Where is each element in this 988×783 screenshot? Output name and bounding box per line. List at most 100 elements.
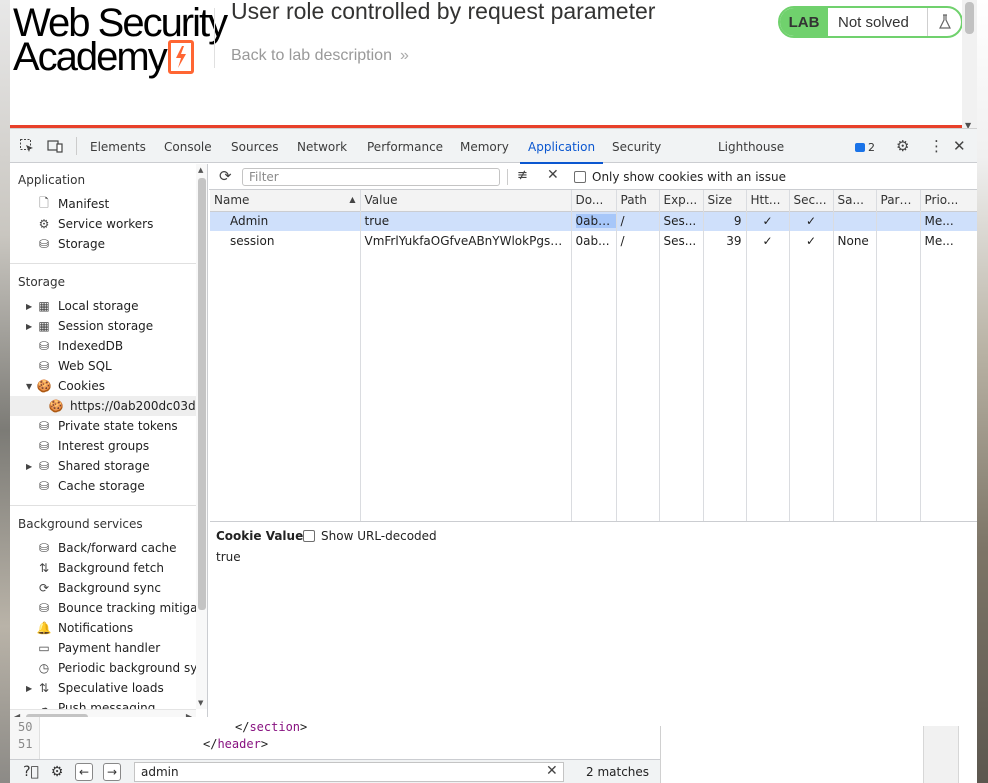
cookie-name-cell[interactable]: Admin <box>210 211 361 231</box>
device-toolbar-icon[interactable] <box>46 137 64 155</box>
cookie-secure-cell[interactable]: ✓ <box>789 211 834 231</box>
refresh-icon[interactable]: ⟳ <box>219 169 232 184</box>
sidebar-item-background-sync[interactable]: ⟳ Background sync <box>10 578 196 598</box>
sidebar-item-local-storage[interactable]: ▶ ▦ Local storage <box>10 296 196 316</box>
sidebar-item-web-sql[interactable]: ⛁ Web SQL <box>10 356 196 376</box>
sidebar-item-indexeddb[interactable]: ⛁ IndexedDB <box>10 336 196 356</box>
cookie-size-cell[interactable]: 9 <box>703 211 747 231</box>
sidebar-item-notifications[interactable]: 🔔 Notifications <box>10 618 196 638</box>
cookie-httponly-cell[interactable]: ✓ <box>746 211 790 231</box>
expand-triangle-icon[interactable]: ▶ <box>26 684 32 693</box>
code-line[interactable]: </header> <box>203 737 268 751</box>
tab-console[interactable]: Console <box>164 129 212 163</box>
tab-elements[interactable]: Elements <box>90 129 146 163</box>
settings-gear-icon[interactable]: ⚙ <box>896 137 909 155</box>
tab-lighthouse[interactable]: Lighthouse <box>718 129 784 163</box>
cookie-value-cell[interactable]: true <box>360 211 572 231</box>
sidebar-item-payment-handler[interactable]: ▭ Payment handler <box>10 638 196 658</box>
tab-performance[interactable]: Performance <box>367 129 443 163</box>
column-header-domain[interactable]: Do... <box>571 190 617 212</box>
cookie-priority-cell[interactable]: Me... <box>920 231 977 251</box>
collapse-triangle-icon[interactable]: ▼ <box>26 382 32 391</box>
bell-icon: 🔔 <box>36 621 52 635</box>
previous-match-icon[interactable]: ← <box>75 763 93 781</box>
column-header-samesite[interactable]: Sa... <box>833 190 877 212</box>
expand-triangle-icon[interactable]: ▶ <box>26 302 32 311</box>
help-icon[interactable]: ?⃝ <box>22 763 40 781</box>
cookie-domain-cell[interactable]: 0ab200 <box>571 211 617 231</box>
code-line[interactable]: </section> <box>235 720 307 734</box>
sidebar-item-shared-storage[interactable]: ▶ ⛁ Shared storage <box>10 456 196 476</box>
column-header-partition-key[interactable]: Part... <box>876 190 921 212</box>
issues-counter[interactable]: 2 <box>855 141 875 154</box>
close-devtools-icon[interactable]: ✕ <box>953 137 966 155</box>
table-row[interactable]: Admin true 0ab200 / Ses... 9 ✓ ✓ Me... <box>210 211 977 231</box>
sidebar-item-bounce-tracking[interactable]: ⛁ Bounce tracking mitigatio <box>10 598 207 618</box>
column-header-name[interactable]: Name ▲ <box>210 190 361 212</box>
sidebar-item-private-state-tokens[interactable]: ⛁ Private state tokens <box>10 416 196 436</box>
sidebar-item-cookies[interactable]: ▼ 🍪 Cookies <box>10 376 196 396</box>
column-header-httponly[interactable]: Htt... <box>746 190 790 212</box>
only-show-issues-checkbox[interactable] <box>574 171 586 183</box>
cookie-samesite-cell[interactable] <box>833 211 877 231</box>
expand-triangle-icon[interactable]: ▶ <box>26 322 32 331</box>
tab-network[interactable]: Network <box>297 129 347 163</box>
cookie-samesite-cell[interactable]: None <box>833 231 877 251</box>
column-header-secure[interactable]: Sec... <box>789 190 834 212</box>
cookie-expires-cell[interactable]: Ses... <box>659 211 704 231</box>
inspect-element-icon[interactable] <box>18 137 36 155</box>
cookie-value-cell[interactable]: VmFrlYukfaOGfveABnYWlokPgsQf... <box>360 231 572 251</box>
tab-application[interactable]: Application <box>519 129 604 164</box>
clear-all-cookies-icon[interactable]: ✕ <box>547 167 559 183</box>
cookie-secure-cell[interactable]: ✓ <box>789 231 834 251</box>
table-row[interactable]: session VmFrlYukfaOGfveABnYWlokPgsQf... … <box>210 231 977 251</box>
sidebar-item-service-workers[interactable]: ⚙ Service workers <box>10 214 196 234</box>
cookie-name-cell[interactable]: session <box>210 231 361 251</box>
sync-icon: ⟳ <box>38 581 50 595</box>
cookie-value-text[interactable]: true <box>216 550 241 564</box>
cookie-priority-cell[interactable]: Me... <box>920 211 977 231</box>
cookie-partition-cell[interactable] <box>876 231 921 251</box>
cookie-httponly-cell[interactable]: ✓ <box>746 231 790 251</box>
web-security-academy-logo[interactable]: Web Security Academy <box>13 3 228 78</box>
cookie-path-cell[interactable]: / <box>616 211 660 231</box>
sidebar-item-manifest[interactable]: 🗋 Manifest <box>10 194 196 214</box>
expand-triangle-icon[interactable]: ▶ <box>26 462 32 471</box>
column-header-path[interactable]: Path <box>616 190 660 212</box>
desktop-background-right <box>977 0 988 783</box>
sidebar-item-cookie-origin[interactable]: 🍪 https://0ab200dc03dcc <box>10 396 207 416</box>
sidebar-vertical-scrollbar[interactable]: ▲ ▼ <box>196 164 207 709</box>
column-header-size[interactable]: Size <box>703 190 747 212</box>
search-input[interactable] <box>134 762 564 782</box>
cookie-filter-input[interactable] <box>242 168 500 186</box>
next-match-icon[interactable]: → <box>103 763 121 781</box>
cookie-value-pane: Cookie Value Show URL-decoded true <box>209 523 977 709</box>
sidebar-item-background-fetch[interactable]: ⇅ Background fetch <box>10 558 196 578</box>
show-url-decoded-checkbox[interactable] <box>303 530 315 542</box>
cookie-icon: 🍪 <box>48 399 64 413</box>
tab-security[interactable]: Security <box>612 129 661 163</box>
sidebar-item-session-storage[interactable]: ▶ ▦ Session storage <box>10 316 196 336</box>
column-header-expires[interactable]: Exp... <box>659 190 704 212</box>
cookie-domain-cell[interactable]: 0ab... <box>571 231 617 251</box>
column-header-value[interactable]: Value <box>360 190 572 212</box>
clear-filtered-cookies-icon[interactable]: ≢ <box>517 168 528 183</box>
page-scrollbar[interactable]: ▼ <box>962 0 977 132</box>
sidebar-item-speculative-loads[interactable]: ▶ ⇅ Speculative loads <box>10 678 196 698</box>
column-header-priority[interactable]: Prio... <box>920 190 977 212</box>
cookie-partition-cell[interactable] <box>876 211 921 231</box>
sidebar-item-back-forward-cache[interactable]: ⛁ Back/forward cache <box>10 538 196 558</box>
tab-memory[interactable]: Memory <box>460 129 509 163</box>
search-settings-gear-icon[interactable]: ⚙ <box>48 763 66 781</box>
sidebar-item-interest-groups[interactable]: ⛁ Interest groups <box>10 436 196 456</box>
cookie-size-cell[interactable]: 39 <box>703 231 747 251</box>
back-to-lab-description-link[interactable]: Back to lab description » <box>231 47 409 65</box>
tab-sources[interactable]: Sources <box>231 129 278 163</box>
sidebar-item-periodic-background-sync[interactable]: ◷ Periodic background sync <box>10 658 207 678</box>
clear-search-icon[interactable]: ✕ <box>546 763 558 779</box>
more-options-icon[interactable]: ⋮ <box>929 137 944 155</box>
sidebar-item-cache-storage[interactable]: ⛁ Cache storage <box>10 476 196 496</box>
sidebar-item-storage[interactable]: ⛁ Storage <box>10 234 196 254</box>
cookie-path-cell[interactable]: / <box>616 231 660 251</box>
cookie-expires-cell[interactable]: Ses... <box>659 231 704 251</box>
